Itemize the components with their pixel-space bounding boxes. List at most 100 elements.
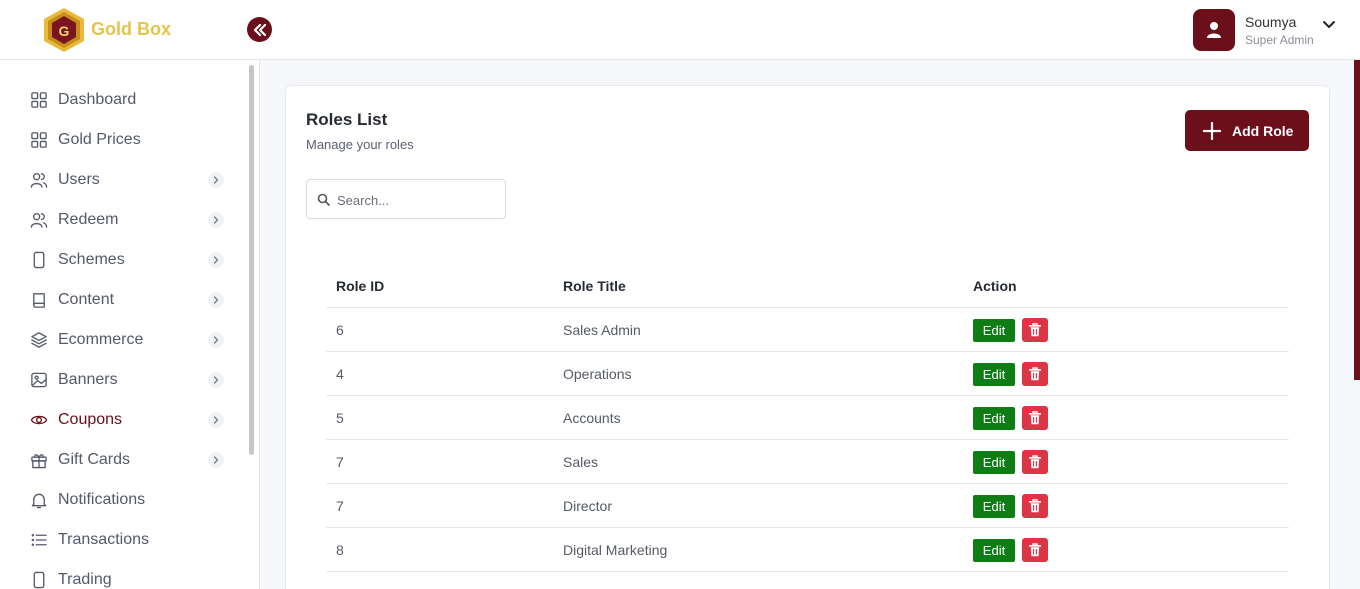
bell-icon <box>31 493 47 509</box>
sidebar-item-dashboard[interactable]: Dashboard <box>0 80 245 120</box>
col-header-role-title: Role Title <box>563 278 626 294</box>
edit-button[interactable]: Edit <box>973 451 1015 474</box>
sidebar-item-ecommerce[interactable]: Ecommerce <box>0 320 245 360</box>
chevron-right-icon[interactable] <box>208 212 224 228</box>
table-row: 5 Accounts Edit <box>326 396 1289 440</box>
double-chevron-left-icon <box>253 23 266 36</box>
sidebar-item-redeem[interactable]: Redeem <box>0 200 245 240</box>
sidebar-item-label: Gift Cards <box>58 451 131 468</box>
user-avatar[interactable] <box>1193 9 1235 51</box>
gold-box-logo[interactable]: G <box>42 6 86 54</box>
book-icon <box>33 293 45 308</box>
sidebar-item-label: Notifications <box>58 491 146 508</box>
search-box[interactable] <box>306 179 506 219</box>
sidebar-item-transactions[interactable]: Transactions <box>0 520 245 560</box>
sidebar-item-label: Content <box>58 291 115 308</box>
sidebar-item-label: Coupons <box>58 411 123 428</box>
chevron-right-icon[interactable] <box>208 332 224 348</box>
delete-button[interactable] <box>1022 318 1048 342</box>
delete-button[interactable] <box>1022 494 1048 518</box>
delete-button[interactable] <box>1022 362 1048 386</box>
roles-table: Role ID Role Title Action 6 Sales Admin Ed… <box>326 264 1289 572</box>
cell-role-title: Operations <box>563 366 632 382</box>
phone-icon <box>33 251 45 269</box>
search-icon <box>317 193 330 206</box>
table-row: 7 Sales Edit <box>326 440 1289 484</box>
sidebar-item-trading[interactable]: Trading <box>0 560 245 589</box>
sidebar-item-users[interactable]: Users <box>0 160 245 200</box>
chevron-right-icon[interactable] <box>208 172 224 188</box>
search-input[interactable] <box>337 189 497 211</box>
sidebar-scrollbar[interactable] <box>249 65 254 455</box>
sidebar-collapse-button[interactable] <box>247 17 272 42</box>
chevron-right-icon[interactable] <box>208 452 224 468</box>
user-name: Soumya <box>1245 14 1297 30</box>
trash-icon <box>1029 323 1041 337</box>
eye-icon <box>30 415 48 425</box>
sidebar-item-gold-prices[interactable]: Gold Prices <box>0 120 245 160</box>
cell-role-id: 5 <box>336 410 344 426</box>
cell-role-title: Sales <box>563 454 599 470</box>
sidebar-item-label: Dashboard <box>58 91 137 108</box>
grid-icon <box>31 92 47 108</box>
cell-role-id: 8 <box>336 542 344 558</box>
list-icon <box>31 534 47 546</box>
cell-role-title: Director <box>563 498 613 514</box>
chevron-right-icon[interactable] <box>208 292 224 308</box>
cell-role-id: 7 <box>336 498 344 514</box>
delete-button[interactable] <box>1022 450 1048 474</box>
trash-icon <box>1029 455 1041 469</box>
sidebar-item-label: Users <box>58 171 100 188</box>
add-role-label: Add Role <box>1232 123 1294 139</box>
user-icon <box>1207 22 1221 38</box>
sidebar-item-schemes[interactable]: Schemes <box>0 240 245 280</box>
sidebar-item-label: Schemes <box>58 251 125 268</box>
delete-button[interactable] <box>1022 406 1048 430</box>
sidebar-item-label: Transactions <box>58 531 149 548</box>
table-row: 8 Digital Marketing Edit <box>326 528 1289 572</box>
users-icon <box>30 172 48 188</box>
trash-icon <box>1029 543 1041 557</box>
layers-icon <box>31 332 47 348</box>
sidebar-item-label: Gold Prices <box>58 131 141 148</box>
edit-button[interactable]: Edit <box>973 495 1015 518</box>
sidebar: Dashboard Gold Prices Users Redeem Schemes Co… <box>0 60 260 589</box>
trash-icon <box>1029 499 1041 513</box>
cell-role-title: Sales Admin <box>563 322 641 338</box>
roles-card: Roles List Manage your roles Add Role Ro… <box>285 85 1330 589</box>
sidebar-item-content[interactable]: Content <box>0 280 245 320</box>
sidebar-item-notifications[interactable]: Notifications <box>0 480 245 520</box>
sidebar-item-label: Banners <box>58 371 118 388</box>
page-subtitle: Manage your roles <box>306 137 414 152</box>
page-scrollbar[interactable] <box>1354 60 1360 380</box>
cell-role-id: 4 <box>336 366 344 382</box>
sidebar-item-label: Ecommerce <box>58 331 144 348</box>
cell-role-title: Digital Marketing <box>563 542 668 558</box>
cell-role-title: Accounts <box>563 410 621 426</box>
table-row: 7 Director Edit <box>326 484 1289 528</box>
edit-button[interactable]: Edit <box>973 319 1015 342</box>
edit-button[interactable]: Edit <box>973 407 1015 430</box>
col-header-action: Action <box>973 278 1017 294</box>
sidebar-item-label: Redeem <box>58 211 119 228</box>
page-title: Roles List <box>306 110 388 129</box>
phone-icon <box>33 571 45 589</box>
chevron-down-icon[interactable] <box>1321 16 1337 32</box>
add-role-button[interactable]: Add Role <box>1185 110 1309 151</box>
table-row: 4 Operations Edit <box>326 352 1289 396</box>
image-icon <box>31 372 47 388</box>
brand-name: Gold Box <box>91 19 171 39</box>
edit-button[interactable]: Edit <box>973 539 1015 562</box>
sidebar-item-coupons[interactable]: Coupons <box>0 400 245 440</box>
table-header: Role ID Role Title Action <box>326 264 1289 308</box>
sidebar-item-banners[interactable]: Banners <box>0 360 245 400</box>
svg-text:G: G <box>59 23 70 39</box>
sidebar-item-gift-cards[interactable]: Gift Cards <box>0 440 245 480</box>
chevron-right-icon[interactable] <box>208 412 224 428</box>
edit-button[interactable]: Edit <box>973 363 1015 386</box>
gift-icon <box>31 454 47 469</box>
table-row: 6 Sales Admin Edit <box>326 308 1289 352</box>
chevron-right-icon[interactable] <box>208 252 224 268</box>
delete-button[interactable] <box>1022 538 1048 562</box>
chevron-right-icon[interactable] <box>208 372 224 388</box>
